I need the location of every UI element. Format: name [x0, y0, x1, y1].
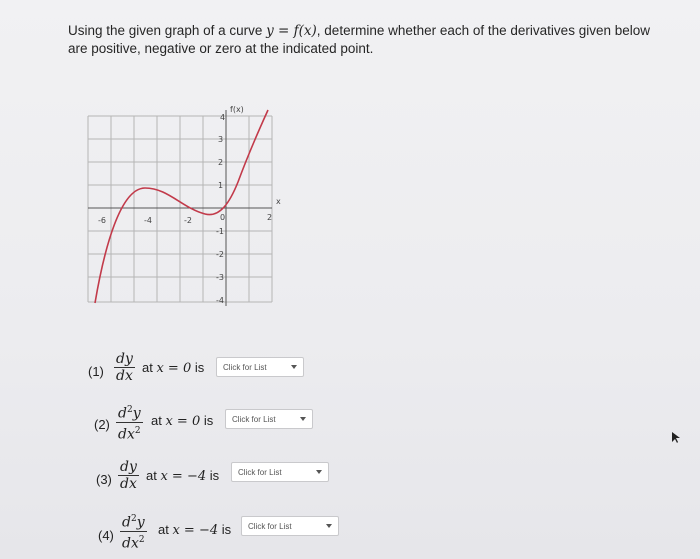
- select-value: Click for List: [248, 522, 292, 531]
- fraction-denominator: dx2: [116, 423, 143, 443]
- is-label: is: [221, 522, 232, 537]
- condition-text: at x = −4 is: [146, 468, 219, 484]
- fraction-denominator: dx: [116, 368, 133, 384]
- at-label: at: [151, 413, 162, 428]
- fraction-numerator: d2y: [120, 512, 147, 532]
- question-intro: Using the given graph of a curve: [68, 23, 267, 38]
- part-2: (2) d2y dx2 at x = 0 is Click for List: [94, 403, 334, 443]
- x-axis-label: x: [276, 197, 281, 206]
- x-tick-label: -2: [184, 216, 192, 225]
- answer-select-1[interactable]: Click for List: [216, 357, 304, 377]
- fraction-denominator: dx: [120, 476, 137, 492]
- derivative-fraction: d2y dx2: [120, 512, 147, 551]
- function-graph: -6 -4 -2 0 2 4 3 2 1 -1 -2 -3 -4 f(x) x: [87, 105, 281, 306]
- y-tick-label: 1: [218, 181, 223, 190]
- condition-value: x = −4: [172, 523, 219, 538]
- at-label: at: [158, 522, 169, 537]
- y-tick-label: -3: [216, 273, 224, 282]
- chevron-down-icon: [300, 417, 306, 421]
- mouse-cursor-icon: [672, 432, 680, 443]
- numerator-y: y: [132, 405, 141, 422]
- y-axis-label: f(x): [230, 105, 244, 114]
- select-value: Click for List: [238, 468, 282, 477]
- denominator-dx: dx: [118, 426, 135, 443]
- denominator-order: 2: [134, 425, 141, 436]
- is-label: is: [209, 468, 220, 483]
- chevron-down-icon: [326, 524, 332, 528]
- part-4: (4) d2y dx2 at x = −4 is Click for List: [98, 512, 348, 556]
- question-function: y = f(x): [266, 23, 317, 39]
- condition-text: at x = 0 is: [142, 360, 204, 376]
- y-tick-label: -1: [216, 227, 224, 236]
- x-tick-label: 0: [220, 213, 225, 222]
- select-value: Click for List: [223, 363, 267, 372]
- numerator-y: y: [136, 514, 145, 531]
- condition-value: x = 0: [165, 414, 201, 429]
- graph-grid: [87, 115, 273, 303]
- y-tick-label: 2: [218, 158, 223, 167]
- condition-text: at x = 0 is: [151, 413, 213, 429]
- fraction-numerator: dy: [114, 351, 135, 368]
- x-tick-label: -6: [98, 216, 106, 225]
- at-label: at: [146, 468, 157, 483]
- answer-select-2[interactable]: Click for List: [225, 409, 313, 429]
- condition-text: at x = −4 is: [158, 522, 231, 538]
- part-3: (3) dy dx at x = −4 is Click for List: [96, 460, 336, 496]
- part-1: (1) dy dx at x = 0 is Click for List: [88, 352, 328, 388]
- x-tick-label: 2: [267, 213, 272, 222]
- is-label: is: [203, 413, 214, 428]
- fraction-numerator: dy: [118, 459, 139, 476]
- select-value: Click for List: [232, 415, 276, 424]
- y-tick-label: -4: [216, 296, 224, 305]
- condition-value: x = −4: [160, 469, 207, 484]
- chevron-down-icon: [316, 470, 322, 474]
- condition-value: x = 0: [156, 361, 192, 376]
- y-tick-label: 4: [220, 113, 225, 122]
- at-label: at: [142, 360, 153, 375]
- denominator-order: 2: [138, 534, 145, 545]
- x-tick-label: -4: [144, 216, 152, 225]
- fraction-numerator: d2y: [116, 403, 143, 423]
- derivative-fraction: d2y dx2: [116, 403, 143, 442]
- part-number: (1): [88, 364, 104, 379]
- answer-select-4[interactable]: Click for List: [241, 516, 339, 536]
- chevron-down-icon: [291, 365, 297, 369]
- is-label: is: [194, 360, 205, 375]
- numerator-d: d: [118, 405, 127, 422]
- question-text: Using the given graph of a curve y = f(x…: [68, 22, 668, 58]
- derivative-fraction: dy dx: [114, 352, 135, 384]
- part-number: (4): [98, 528, 114, 543]
- answer-select-3[interactable]: Click for List: [231, 462, 329, 482]
- worksheet-page: Using the given graph of a curve y = f(x…: [0, 0, 700, 559]
- part-number: (2): [94, 417, 110, 432]
- y-tick-label: 3: [218, 135, 223, 144]
- derivative-fraction: dy dx: [118, 460, 139, 492]
- part-number: (3): [96, 472, 112, 487]
- fraction-denominator: dx2: [120, 532, 147, 552]
- denominator-dx: dx: [122, 535, 139, 552]
- numerator-d: d: [122, 514, 131, 531]
- y-tick-label: -2: [216, 250, 224, 259]
